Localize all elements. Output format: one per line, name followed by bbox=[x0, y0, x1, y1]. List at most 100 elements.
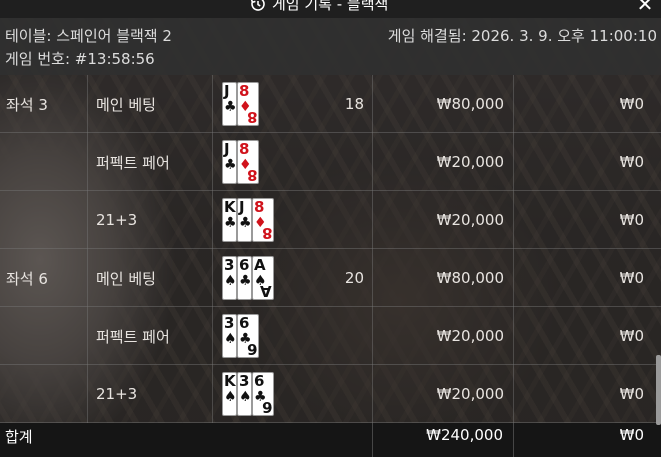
table-row: 21+3 K ♣ J ♣ 8 ♦ 8 ₩20,000 ₩0 bbox=[0, 191, 661, 249]
close-icon[interactable]: ✕ bbox=[635, 0, 655, 14]
card-suit-icon: ♠ bbox=[239, 389, 252, 405]
bet-type: 메인 베팅 bbox=[87, 75, 212, 133]
bet-amount: ₩20,000 bbox=[372, 307, 513, 365]
card-rank: 8 bbox=[246, 108, 257, 126]
card-suit-icon: ♣ bbox=[224, 99, 237, 115]
card-suit-icon: ♠ bbox=[224, 389, 237, 405]
seat-label bbox=[0, 133, 87, 191]
hand-score bbox=[300, 365, 364, 423]
table-row: 퍼펙트 페어 3 ♠ 6 ♣ 6 ₩20,000 ₩0 bbox=[0, 307, 661, 365]
win-amount: ₩0 bbox=[513, 75, 653, 133]
total-label: 합계 bbox=[5, 428, 33, 446]
column-divider bbox=[372, 423, 373, 457]
card-suit-icon: ♣ bbox=[239, 215, 252, 231]
playing-card: J ♣ bbox=[222, 82, 237, 126]
resolved-time: 게임 해결됨: 2026. 3. 9. 오후 11:00:10 bbox=[387, 27, 657, 45]
playing-card: 8 ♦ 8 bbox=[237, 82, 259, 126]
card-rank: K bbox=[224, 198, 236, 216]
card-suit-icon: ♣ bbox=[224, 215, 237, 231]
playing-card: J ♣ bbox=[222, 140, 237, 184]
table-row: 좌석 3 메인 베팅 J ♣ 8 ♦ 8 18 ₩80,000 ₩0 bbox=[0, 75, 661, 133]
hand-score bbox=[300, 191, 364, 249]
card-suit-icon: ♠ bbox=[224, 273, 237, 289]
hand-score: 20 bbox=[344, 269, 364, 287]
card-rank: J bbox=[224, 140, 230, 158]
window-title: 게임 기록 - 블랙잭 bbox=[250, 0, 388, 14]
card-rank: 8 bbox=[239, 140, 250, 158]
playing-card: A ♠ A bbox=[252, 256, 274, 300]
game-info-panel: 테이블: 스페인어 블랙잭 2 게임 해결됨: 2026. 3. 9. 오후 1… bbox=[0, 18, 661, 75]
card-rank: 8 bbox=[239, 82, 250, 100]
card-rank: A bbox=[260, 282, 272, 300]
card-hand: 3 ♠ 6 ♣ 6 bbox=[222, 314, 259, 358]
card-rank: 3 bbox=[239, 372, 250, 390]
total-amount: ₩240,000 bbox=[426, 426, 503, 444]
seat-label: 좌석 6 bbox=[6, 269, 48, 288]
playing-card: 6 ♣ 6 bbox=[237, 314, 259, 358]
scrollbar-thumb[interactable] bbox=[656, 355, 661, 425]
card-rank: 6 bbox=[254, 372, 265, 390]
card-rank: 3 bbox=[224, 314, 235, 332]
card-rank: K bbox=[224, 372, 236, 390]
card-suit-icon: ♠ bbox=[224, 331, 237, 347]
playing-card: J ♣ bbox=[237, 198, 252, 242]
bet-type: 21+3 bbox=[87, 365, 212, 423]
card-rank: 8 bbox=[261, 224, 272, 242]
card-hand: J ♣ 8 ♦ 8 bbox=[222, 140, 259, 184]
seat-label bbox=[0, 307, 87, 365]
bet-type: 메인 베팅 bbox=[87, 249, 212, 307]
bet-amount: ₩80,000 bbox=[372, 249, 513, 307]
playing-card: K ♠ bbox=[222, 372, 237, 416]
card-suit-icon: ♣ bbox=[239, 273, 252, 289]
column-divider bbox=[513, 423, 514, 457]
win-amount: ₩0 bbox=[513, 307, 653, 365]
playing-card: 3 ♠ bbox=[222, 314, 237, 358]
game-number: 게임 번호: #13:58:56 bbox=[5, 50, 155, 68]
card-hand: K ♣ J ♣ 8 ♦ 8 bbox=[222, 198, 274, 242]
seat-label bbox=[0, 191, 87, 249]
bet-type: 퍼펙트 페어 bbox=[87, 133, 212, 191]
card-rank: 3 bbox=[224, 256, 235, 274]
bet-type: 퍼펙트 페어 bbox=[87, 307, 212, 365]
win-amount: ₩0 bbox=[513, 365, 653, 423]
card-hand: 3 ♠ 6 ♣ A ♠ A bbox=[222, 256, 274, 300]
bet-history-table: 좌석 3 메인 베팅 J ♣ 8 ♦ 8 18 ₩80,000 ₩0 퍼펙트 페어 J ♣ 8 ♦ 8 ₩20,… bbox=[0, 75, 661, 423]
card-rank: A bbox=[254, 256, 266, 274]
bet-amount: ₩20,000 bbox=[372, 133, 513, 191]
win-amount: ₩0 bbox=[513, 191, 653, 249]
playing-card: 6 ♣ 6 bbox=[252, 372, 274, 416]
playing-card: 3 ♠ bbox=[237, 372, 252, 416]
hand-score: 18 bbox=[344, 95, 364, 113]
total-row: 합계 ₩240,000 ₩0 bbox=[0, 423, 661, 457]
card-rank: 8 bbox=[246, 166, 257, 184]
card-rank: 6 bbox=[239, 256, 250, 274]
table-row: 퍼펙트 페어 J ♣ 8 ♦ 8 ₩20,000 ₩0 bbox=[0, 133, 661, 191]
bet-amount: ₩80,000 bbox=[372, 75, 513, 133]
history-icon bbox=[251, 0, 265, 11]
playing-card: 6 ♣ bbox=[237, 256, 252, 300]
card-rank: 6 bbox=[246, 340, 257, 358]
total-win: ₩0 bbox=[619, 426, 644, 444]
playing-card: 3 ♠ bbox=[222, 256, 237, 300]
card-rank: 6 bbox=[239, 314, 250, 332]
seat-label bbox=[0, 365, 87, 423]
card-hand: K ♠ 3 ♠ 6 ♣ 6 bbox=[222, 372, 274, 416]
card-rank: J bbox=[239, 198, 245, 216]
card-rank: 6 bbox=[261, 398, 272, 416]
bet-amount: ₩20,000 bbox=[372, 191, 513, 249]
table-row: 좌석 6 메인 베팅 3 ♠ 6 ♣ A ♠ A 20 ₩80,000 ₩0 bbox=[0, 249, 661, 307]
table-name: 테이블: 스페인어 블랙잭 2 bbox=[5, 27, 172, 45]
hand-score bbox=[300, 133, 364, 191]
playing-card: 8 ♦ 8 bbox=[237, 140, 259, 184]
playing-card: 8 ♦ 8 bbox=[252, 198, 274, 242]
card-rank: J bbox=[224, 82, 230, 100]
card-suit-icon: ♣ bbox=[224, 157, 237, 173]
hand-score bbox=[300, 307, 364, 365]
table-row: 21+3 K ♠ 3 ♠ 6 ♣ 6 ₩20,000 ₩0 bbox=[0, 365, 661, 423]
playing-card: K ♣ bbox=[222, 198, 237, 242]
title-bar: 게임 기록 - 블랙잭 ✕ bbox=[0, 0, 661, 18]
seat-label: 좌석 3 bbox=[6, 95, 48, 114]
win-amount: ₩0 bbox=[513, 249, 653, 307]
card-hand: J ♣ 8 ♦ 8 bbox=[222, 82, 259, 126]
card-rank: 8 bbox=[254, 198, 265, 216]
